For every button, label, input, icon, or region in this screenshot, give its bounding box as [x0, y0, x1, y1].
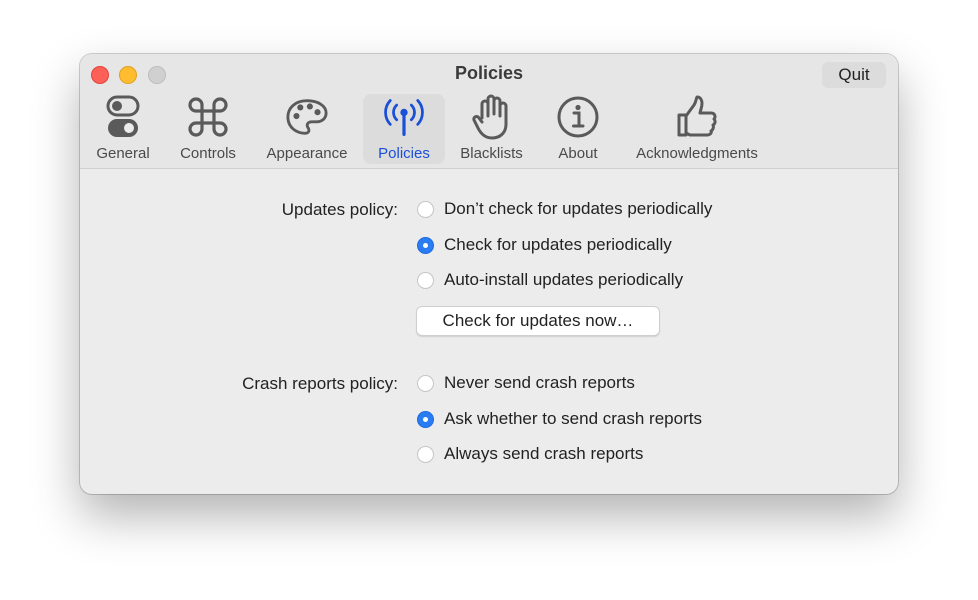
info-icon — [556, 94, 600, 140]
tab-acknowledgments[interactable]: Acknowledgments — [626, 94, 768, 164]
tab-label: Controls — [180, 145, 236, 162]
radio-button[interactable] — [417, 200, 434, 218]
updates-option-auto-install[interactable]: Auto-install updates periodically — [417, 270, 683, 290]
radio-label: Always send crash reports — [444, 444, 644, 463]
toolbar: Policies Quit General Controls Appearanc… — [80, 54, 898, 169]
toggles-icon — [101, 94, 145, 140]
check-for-updates-button[interactable]: Check for updates now… — [416, 306, 660, 336]
tab-label: Acknowledgments — [636, 145, 758, 162]
crash-option-always[interactable]: Always send crash reports — [417, 444, 643, 464]
tab-label: Blacklists — [460, 145, 523, 162]
tab-controls[interactable]: Controls — [174, 94, 242, 164]
crash-option-never[interactable]: Never send crash reports — [417, 373, 635, 393]
tab-general[interactable]: General — [90, 94, 156, 164]
crash-option-ask[interactable]: Ask whether to send crash reports — [417, 409, 702, 429]
radio-label: Check for updates periodically — [444, 235, 672, 254]
antenna-icon — [382, 94, 426, 140]
radio-button[interactable] — [417, 445, 434, 463]
thumbs-up-icon — [675, 94, 719, 140]
radio-label: Don’t check for updates periodically — [444, 199, 713, 218]
policies-pane: Updates policy: Don’t check for updates … — [80, 169, 898, 494]
crash-reports-policy-label: Crash reports policy: — [242, 374, 398, 393]
tab-label: Appearance — [266, 145, 348, 162]
updates-option-check[interactable]: Check for updates periodically — [417, 235, 672, 255]
tab-appearance[interactable]: Appearance — [260, 94, 354, 164]
tab-label: About — [558, 145, 598, 162]
radio-button[interactable] — [417, 271, 434, 289]
tab-label: General — [96, 145, 150, 162]
hand-icon — [470, 94, 514, 140]
radio-label: Never send crash reports — [444, 373, 635, 392]
command-icon — [186, 94, 230, 140]
updates-option-no-check[interactable]: Don’t check for updates periodically — [417, 199, 712, 219]
palette-icon — [285, 94, 329, 140]
window-title: Policies — [454, 63, 524, 83]
updates-policy-label: Updates policy: — [281, 200, 398, 219]
radio-button[interactable] — [417, 236, 434, 254]
tab-blacklists[interactable]: Blacklists — [454, 94, 529, 164]
radio-button[interactable] — [417, 374, 434, 392]
quit-button[interactable]: Quit — [822, 62, 886, 88]
tab-policies[interactable]: Policies — [363, 94, 445, 164]
radio-button[interactable] — [417, 410, 434, 428]
tab-label: Policies — [378, 145, 430, 162]
preferences-window: Policies Quit General Controls Appearanc… — [80, 54, 898, 494]
tab-about[interactable]: About — [548, 94, 608, 164]
radio-label: Auto-install updates periodically — [444, 270, 684, 289]
radio-label: Ask whether to send crash reports — [444, 409, 702, 428]
